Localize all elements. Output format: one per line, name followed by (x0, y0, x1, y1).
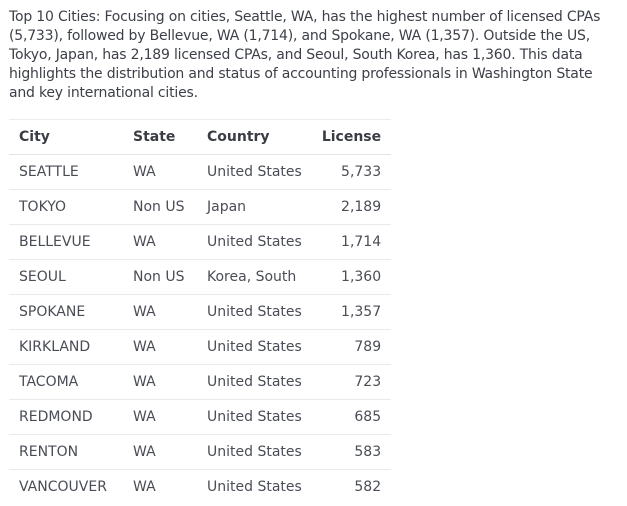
cell-state: WA (123, 154, 197, 190)
cell-state: WA (123, 434, 197, 470)
cell-country: Korea, South (197, 259, 312, 295)
header-row: City State Country License (9, 119, 392, 155)
column-header-country: Country (197, 119, 312, 155)
cell-license: 2,189 (311, 189, 392, 225)
table-row: BELLEVUE WA United States 1,714 (9, 224, 392, 260)
cell-city: SEATTLE (9, 154, 123, 190)
cell-license: 685 (311, 399, 392, 435)
cell-country: United States (197, 154, 312, 190)
table-row: KIRKLAND WA United States 789 (9, 329, 392, 365)
cell-city: RENTON (9, 434, 123, 470)
cell-city: VANCOUVER (19, 479, 107, 495)
table-row: SPOKANE WA United States 1,357 (9, 294, 392, 330)
cell-country: United States (207, 479, 302, 495)
cell-country: United States (197, 399, 312, 435)
cities-table: City State Country License SEATTLE WA Un… (9, 119, 392, 505)
cell-license: 1,357 (311, 294, 392, 330)
table-row: TACOMA WA United States 723 (9, 364, 392, 400)
cell-country: United States (197, 329, 312, 365)
cell-country: Japan (197, 189, 312, 225)
table-row: TOKYO Non US Japan 2,189 (9, 189, 392, 225)
table-row: SEATTLE WA United States 5,733 (9, 154, 392, 190)
cell-license: 582 (354, 479, 382, 495)
cell-license: 5,733 (311, 154, 392, 190)
summary-text: Top 10 Cities: Focusing on cities, Seatt… (9, 9, 601, 101)
table-row: SEOUL Non US Korea, South 1,360 (9, 259, 392, 295)
cell-state: Non US (123, 259, 197, 295)
cell-license: 1,714 (311, 224, 392, 260)
cell-state: WA (123, 364, 197, 400)
column-header-state: State (123, 119, 197, 155)
table-row: VANCOUVER WA United States 582 (9, 470, 391, 505)
cell-country: United States (197, 294, 312, 330)
table-body: SEATTLE WA United States 5,733 TOKYO Non… (9, 154, 392, 505)
cell-country: United States (197, 224, 312, 260)
cell-city: REDMOND (9, 399, 123, 435)
cell-state: WA (123, 329, 197, 365)
cell-city: KIRKLAND (9, 329, 123, 365)
cell-city: TOKYO (9, 189, 123, 225)
cell-license: 723 (311, 364, 392, 400)
cell-city: BELLEVUE (9, 224, 123, 260)
column-header-license: License (311, 119, 392, 155)
cell-license: 789 (311, 329, 392, 365)
cell-state: WA (123, 224, 197, 260)
table-header: City State Country License (9, 119, 392, 155)
cell-state: WA (133, 479, 156, 495)
table-row: REDMOND WA United States 685 (9, 399, 392, 435)
content-area: Top 10 Cities: Focusing on cities, Seatt… (0, 0, 627, 506)
cell-license: 1,360 (311, 259, 392, 295)
table-row: RENTON WA United States 583 (9, 434, 392, 470)
cell-state: WA (123, 294, 197, 330)
cell-city: SEOUL (9, 259, 123, 295)
cell-state: Non US (123, 189, 197, 225)
cell-city: SPOKANE (9, 294, 123, 330)
column-header-city: City (9, 119, 123, 155)
cell-license: 583 (311, 434, 392, 470)
cell-state: WA (123, 399, 197, 435)
cell-country: United States (197, 434, 312, 470)
cell-city: TACOMA (9, 364, 123, 400)
cell-country: United States (197, 364, 312, 400)
